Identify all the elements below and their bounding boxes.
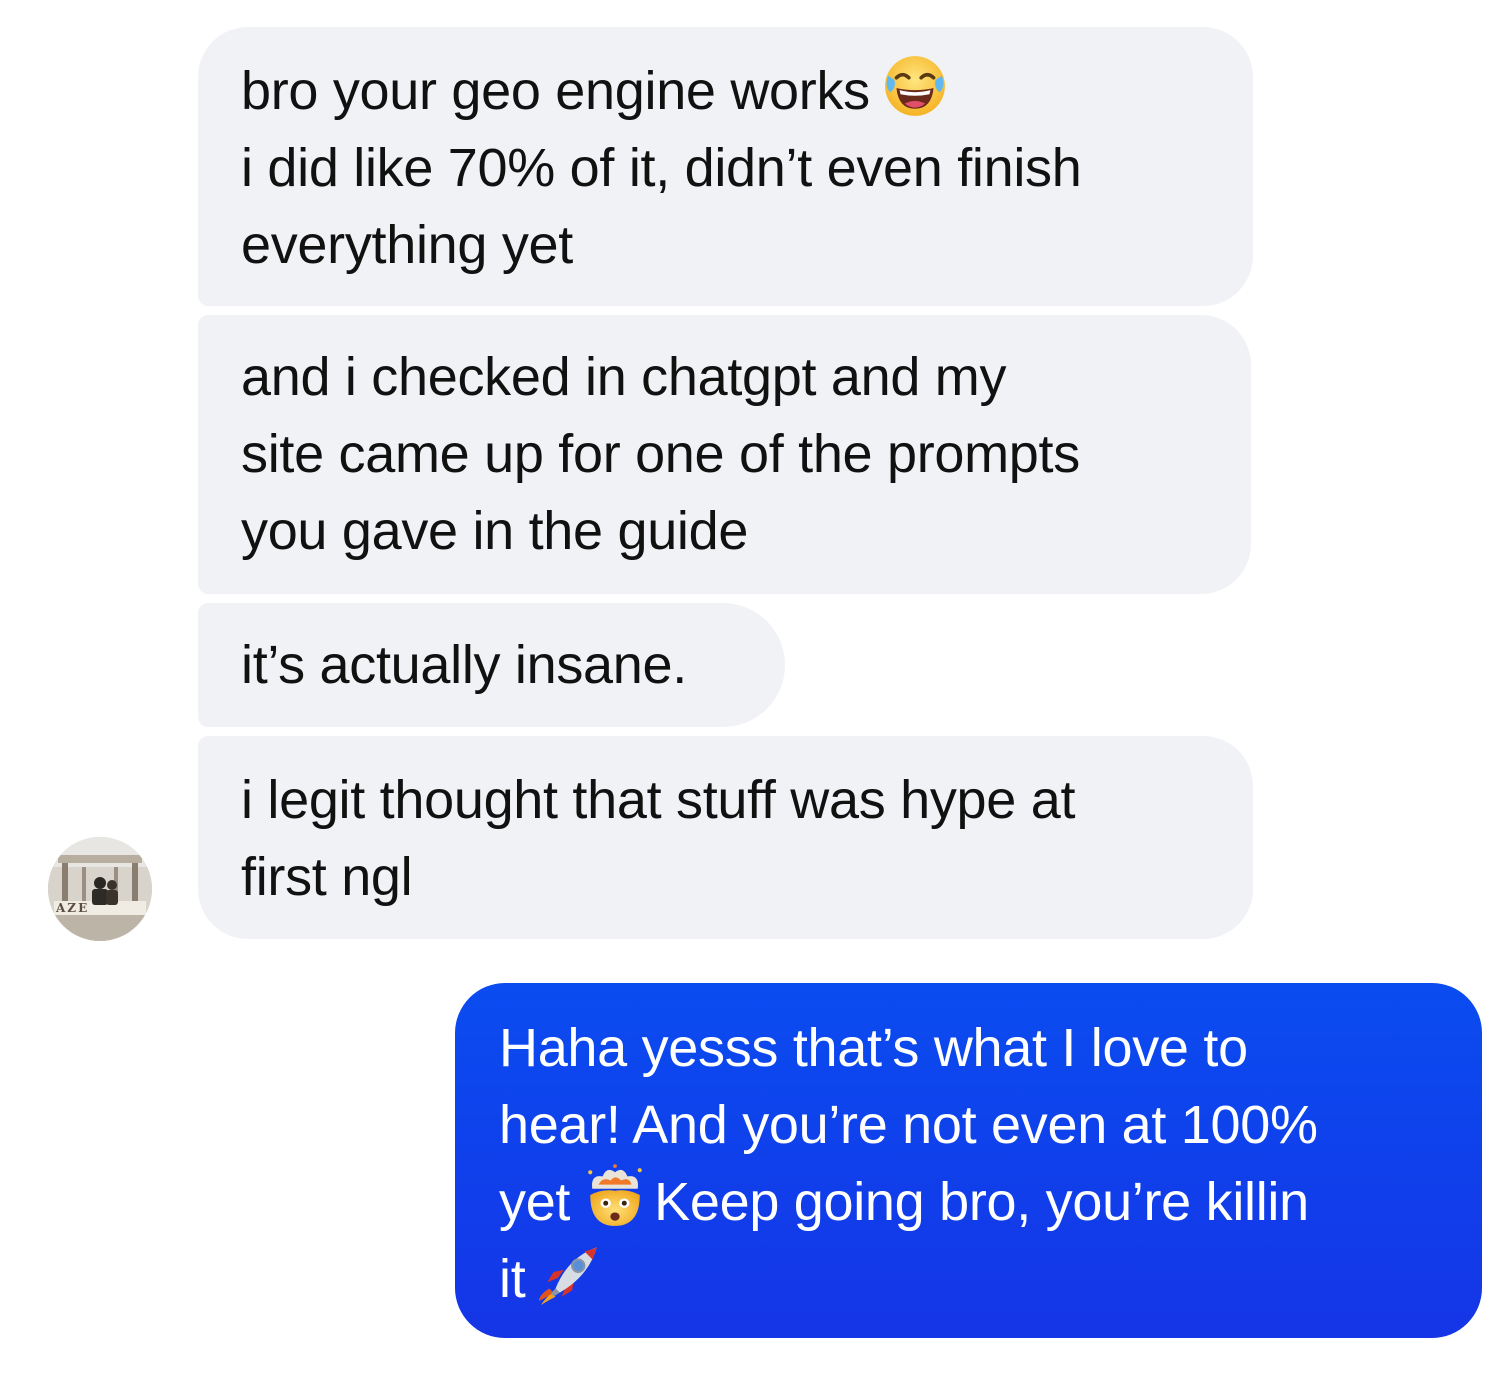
message-text: site came up for one of the prompts [241, 424, 1080, 484]
message-text: Haha yesss that’s what I love to [499, 1018, 1248, 1078]
message-text: i did like 70% of it, didn’t even finish [241, 138, 1082, 198]
incoming-message-bubble[interactable]: it’s actually insane. [198, 603, 785, 727]
message-text: i legit thought that stuff was hype at [241, 770, 1076, 830]
message-text: you gave in the guide [241, 501, 749, 561]
exploding-head-emoji-icon [582, 1164, 648, 1230]
avatar-photo: AZE [48, 837, 152, 941]
message-text: hear! And you’re not even at 100% [499, 1095, 1318, 1155]
incoming-message-bubble[interactable]: and i checked in chatgpt and my site cam… [198, 315, 1251, 594]
message-text: it [499, 1249, 526, 1309]
message-text: bro your geo engine works [241, 61, 870, 121]
message-thread: bro your geo engine works i did like 70%… [0, 0, 1500, 1379]
message-text: first ngl [241, 847, 413, 907]
message-text: everything yet [241, 215, 573, 275]
message-line: yet Keep going bro, you’re killin [499, 1164, 1452, 1241]
message-text: yet [499, 1172, 571, 1232]
sender-avatar[interactable]: AZE [48, 837, 152, 941]
message-text: and i checked in chatgpt and my [241, 347, 1007, 407]
rocket-emoji-icon [537, 1241, 603, 1307]
avatar-text: AZE [55, 901, 89, 915]
message-line: bro your geo engine works [241, 53, 1217, 130]
tears-of-joy-emoji-icon [882, 53, 948, 119]
message-text: it’s actually insane. [241, 635, 687, 695]
message-text: Keep going bro, you’re killin [654, 1172, 1309, 1232]
message-line: it [499, 1241, 1452, 1318]
incoming-message-bubble[interactable]: bro your geo engine works i did like 70%… [198, 27, 1253, 306]
incoming-message-bubble[interactable]: i legit thought that stuff was hype at f… [198, 736, 1253, 939]
outgoing-message-bubble[interactable]: Haha yesss that’s what I love to hear! A… [455, 983, 1482, 1338]
